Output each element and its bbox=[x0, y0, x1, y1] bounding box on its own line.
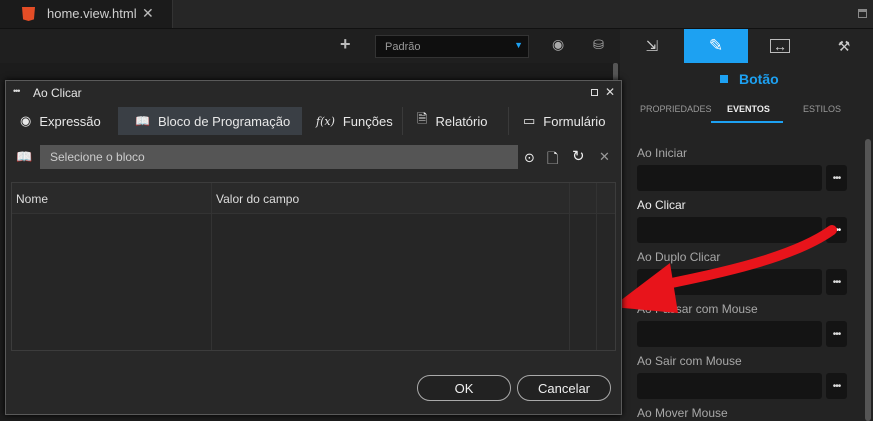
book-icon: 📖 bbox=[135, 114, 150, 128]
refresh-icon[interactable]: ↻ bbox=[572, 147, 585, 165]
add-icon[interactable]: + bbox=[340, 34, 351, 55]
table-header: Nome Valor do campo bbox=[12, 183, 615, 214]
dialog-title: Ao Clicar bbox=[33, 86, 82, 100]
component-title: Botão bbox=[739, 71, 779, 87]
more-icon: ••• bbox=[832, 380, 841, 392]
pencil-icon: ✎ bbox=[708, 36, 724, 55]
tab-programming-block[interactable]: 📖 Bloco de Programação bbox=[118, 107, 302, 135]
chevron-down-icon: ▼ bbox=[514, 40, 523, 50]
event-input-on-mouse-out[interactable] bbox=[637, 373, 822, 399]
event-label-on-start: Ao Iniciar bbox=[637, 146, 688, 160]
event-label-on-mouse-out: Ao Sair com Mouse bbox=[637, 354, 742, 368]
tab-import[interactable]: ⇲ bbox=[620, 29, 684, 63]
event-label-on-mouse-move: Ao Mover Mouse bbox=[637, 406, 728, 420]
block-select-placeholder: Selecione o bloco bbox=[50, 150, 145, 164]
theme-select[interactable]: Padrão ▼ bbox=[375, 35, 529, 58]
new-document-icon[interactable]: 🗋 bbox=[547, 148, 558, 172]
subtab-properties[interactable]: PROPRIEDADES bbox=[640, 104, 712, 114]
event-more-button-on-start[interactable]: ••• bbox=[826, 165, 847, 191]
maximize-icon[interactable] bbox=[858, 9, 867, 18]
more-options-icon[interactable]: ⊙ bbox=[524, 150, 535, 166]
parameters-table: Nome Valor do campo bbox=[11, 182, 616, 351]
tab-properties-editor[interactable]: ✎ bbox=[684, 29, 748, 63]
file-tab-label: home.view.html bbox=[47, 6, 137, 21]
column-divider bbox=[596, 183, 597, 350]
subtab-styles[interactable]: ESTILOS bbox=[803, 104, 841, 114]
editor-toolbar: + Padrão ▼ ◉ ⛁ bbox=[0, 29, 620, 63]
tab-expression[interactable]: ◉ Expressão bbox=[6, 107, 117, 135]
dialog-maximize-icon[interactable] bbox=[591, 89, 598, 96]
event-dialog: ••• Ao Clicar ✕ ◉ Expressão 📖 Bloco de P… bbox=[5, 80, 622, 415]
tab-expression-label: Expressão bbox=[39, 113, 101, 129]
html5-icon bbox=[22, 7, 35, 21]
subtab-events[interactable]: EVENTOS bbox=[727, 104, 770, 114]
database-icon[interactable]: ⛁ bbox=[593, 37, 604, 53]
tab-resize[interactable]: ↔ bbox=[748, 29, 812, 63]
file-tab[interactable]: home.view.html ✕ bbox=[0, 0, 173, 28]
ok-button[interactable]: OK bbox=[417, 375, 511, 401]
tab-form[interactable]: ▭ Formulário bbox=[508, 107, 620, 135]
theme-select-value: Padrão bbox=[385, 41, 421, 53]
book-icon: 📖 bbox=[16, 149, 33, 164]
tab-report-label: Relatório bbox=[435, 113, 488, 129]
import-icon: ⇲ bbox=[645, 38, 659, 55]
tools-icon: ⚒ bbox=[837, 37, 851, 54]
cancel-button[interactable]: Cancelar bbox=[517, 375, 611, 401]
more-icon: ••• bbox=[832, 328, 841, 340]
tab-functions-label: Funções bbox=[342, 113, 393, 129]
resize-icon: ↔ bbox=[770, 39, 790, 53]
event-input-on-start[interactable] bbox=[637, 165, 822, 191]
event-more-button-on-mouse-out[interactable]: ••• bbox=[826, 373, 847, 399]
tab-programming-block-label: Bloco de Programação bbox=[157, 113, 291, 129]
column-divider bbox=[211, 183, 212, 350]
dialog-menu-icon[interactable]: ••• bbox=[13, 86, 21, 96]
block-select[interactable]: Selecione o bloco bbox=[40, 145, 518, 169]
right-panel-scrollbar[interactable] bbox=[865, 139, 871, 421]
red-arrow-annotation bbox=[612, 225, 837, 313]
close-tab-icon[interactable]: ✕ bbox=[142, 5, 154, 22]
event-label-on-click: Ao Clicar bbox=[637, 198, 686, 212]
editor-tab-bar: home.view.html ✕ bbox=[0, 0, 873, 29]
function-icon: f(x) bbox=[316, 114, 335, 128]
dialog-close-icon[interactable]: ✕ bbox=[605, 85, 615, 99]
report-icon: 🗎 bbox=[417, 111, 428, 126]
tab-form-label: Formulário bbox=[543, 113, 606, 129]
tab-report[interactable]: 🗎 Relatório bbox=[402, 107, 506, 135]
subtab-events-underline bbox=[711, 121, 783, 123]
clear-icon[interactable]: ✕ bbox=[599, 149, 610, 165]
eye-hidden-icon[interactable]: ◉ bbox=[552, 36, 564, 53]
column-divider bbox=[569, 183, 570, 350]
column-header-name: Nome bbox=[16, 192, 49, 206]
window-icon: ▭ bbox=[523, 113, 536, 128]
eye-icon: ◉ bbox=[20, 113, 32, 128]
component-square-icon bbox=[720, 75, 728, 83]
tab-tools[interactable]: ⚒ bbox=[812, 29, 873, 63]
tab-functions[interactable]: f(x) Funções bbox=[304, 107, 400, 135]
column-header-value: Valor do campo bbox=[216, 192, 300, 206]
more-icon: ••• bbox=[832, 172, 841, 184]
